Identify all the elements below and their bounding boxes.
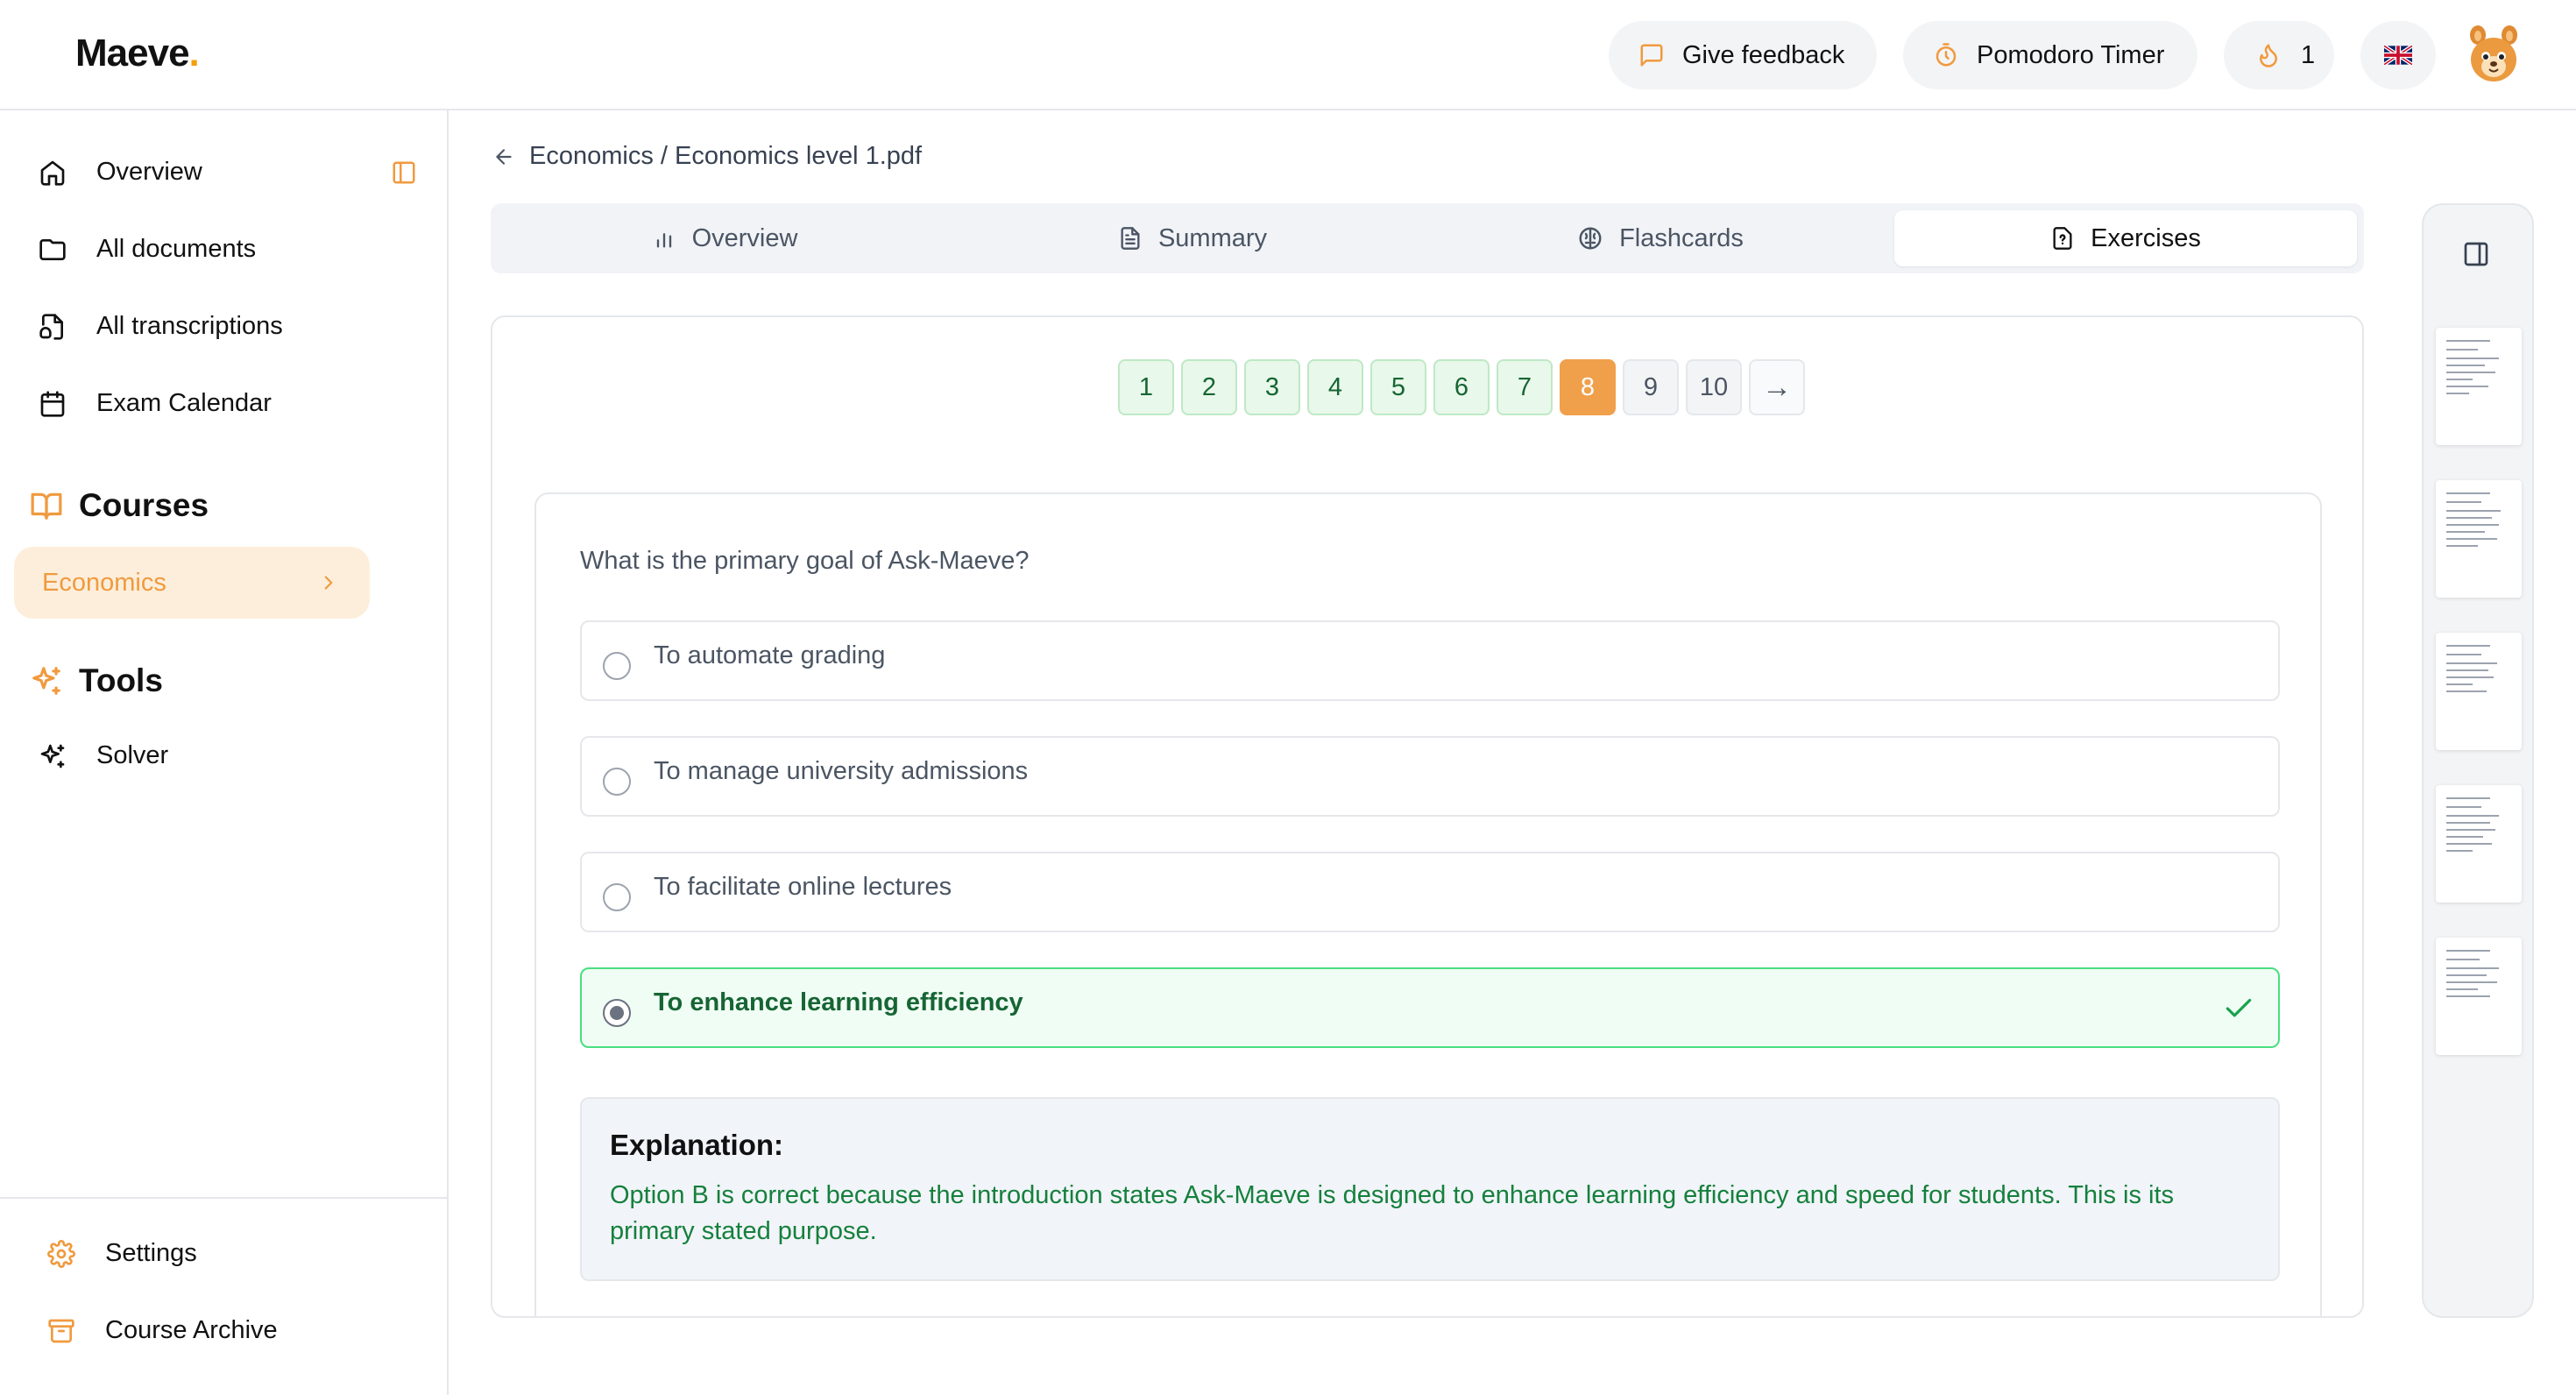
checkmark-icon <box>2226 998 2252 1017</box>
sidebar-item-settings[interactable]: Settings <box>47 1239 197 1268</box>
user-avatar[interactable] <box>2466 25 2522 84</box>
page-thumbnail-4[interactable] <box>2436 785 2522 903</box>
sidebar-item-label: Course Archive <box>105 1316 278 1344</box>
sidebar-item-label: Exam Calendar <box>96 389 272 417</box>
pager-page-5[interactable]: 5 <box>1370 359 1426 415</box>
explanation-text: Option B is correct because the introduc… <box>610 1181 2175 1245</box>
sidebar-course-economics[interactable]: Economics <box>14 547 370 619</box>
timer-icon <box>1936 43 1957 67</box>
arrow-left-icon <box>496 148 512 165</box>
answer-label: To facilitate online lectures <box>654 873 952 901</box>
flame-icon <box>2260 44 2277 67</box>
answer-option-4-correct[interactable]: To enhance learning efficiency <box>580 967 2280 1048</box>
answer-label: To manage university admissions <box>654 757 1029 785</box>
archive-icon <box>48 1319 74 1342</box>
sidebar-item-label: All documents <box>96 235 257 263</box>
pomodoro-timer-button[interactable]: Pomodoro Timer <box>1903 21 2197 89</box>
answer-label: To automate grading <box>654 641 886 669</box>
question-file-icon <box>2053 227 2072 250</box>
streak-button[interactable]: 1 <box>2224 21 2334 89</box>
breadcrumb-text: Economics / Economics level 1.pdf <box>529 142 923 170</box>
chat-bubble-icon <box>1640 44 1663 67</box>
sidebar-item-label: All transcriptions <box>96 312 283 340</box>
bear-mascot-icon <box>2470 25 2517 81</box>
tab-overview[interactable]: Overview <box>491 210 959 266</box>
pager-page-1[interactable]: 1 <box>1118 359 1174 415</box>
answer-option-3[interactable]: To facilitate online lectures <box>580 852 2280 932</box>
sparkles-icon <box>32 667 60 695</box>
language-selector-button[interactable] <box>2360 21 2436 89</box>
page-thumbnail-3[interactable] <box>2436 633 2522 750</box>
gear-icon <box>47 1239 75 1268</box>
sidebar-item-overview[interactable]: Overview <box>39 158 202 187</box>
sidebar-item-all-documents[interactable]: All documents <box>39 235 256 264</box>
sidebar-item-solver[interactable]: Solver <box>39 741 168 770</box>
tools-section-title: Tools <box>30 662 163 699</box>
streak-count: 1 <box>2301 40 2316 69</box>
sidebar: Overview All documents All transcription… <box>0 110 449 1395</box>
calendar-icon <box>40 390 65 417</box>
sidebar-item-exam-calendar[interactable]: Exam Calendar <box>39 389 272 418</box>
course-label: Economics <box>42 568 166 597</box>
question-pager: 1 2 3 4 5 6 7 8 9 10 → <box>1118 359 1805 415</box>
pomodoro-timer-label: Pomodoro Timer <box>1977 40 2165 69</box>
radio-button[interactable] <box>603 883 631 911</box>
brain-icon <box>1579 227 1602 250</box>
question-box: What is the primary goal of Ask-Maeve? T… <box>534 492 2322 1316</box>
chart-icon <box>656 233 671 248</box>
sidebar-item-label: Settings <box>105 1239 197 1267</box>
document-tabs: Overview Summary Flashcards Exercises <box>491 203 2364 273</box>
pager-page-6[interactable]: 6 <box>1433 359 1490 415</box>
home-icon <box>40 160 65 186</box>
question-text: What is the primary goal of Ask-Maeve? <box>580 547 1030 575</box>
pager-page-2[interactable]: 2 <box>1181 359 1237 415</box>
explanation-box: Explanation: Option B is correct because… <box>580 1097 2280 1281</box>
page-thumbnails-panel <box>2422 203 2534 1318</box>
sparkle-icon <box>40 744 65 768</box>
courses-section-title: Courses <box>30 487 209 524</box>
toggle-thumbnails-button[interactable] <box>2462 240 2490 273</box>
sidebar-item-label: Solver <box>96 741 169 769</box>
page-thumbnail-1[interactable] <box>2436 328 2522 445</box>
collapse-sidebar-button[interactable] <box>391 159 417 190</box>
folder-icon <box>39 238 66 260</box>
give-feedback-button[interactable]: Give feedback <box>1609 21 1877 89</box>
tab-flashcards[interactable]: Flashcards <box>1426 210 1894 266</box>
radio-button[interactable] <box>603 768 631 796</box>
sidebar-item-course-archive[interactable]: Course Archive <box>47 1316 278 1345</box>
tab-summary[interactable]: Summary <box>959 210 1426 266</box>
sidebar-divider <box>0 1197 447 1199</box>
sidebar-item-label: Overview <box>96 158 202 186</box>
book-open-icon <box>31 492 62 520</box>
panel-toggle-icon <box>2464 242 2488 266</box>
pager-page-9[interactable]: 9 <box>1623 359 1679 415</box>
radio-button-selected[interactable] <box>603 999 631 1027</box>
transcription-icon <box>39 313 63 340</box>
page-thumbnail-2[interactable] <box>2436 480 2522 598</box>
answer-label: To enhance learning efficiency <box>654 988 1023 1016</box>
answer-option-2[interactable]: To manage university admissions <box>580 736 2280 817</box>
app-header: Maeve. Give feedback Pomodoro Timer 1 <box>0 0 2576 110</box>
app-logo[interactable]: Maeve. <box>75 32 200 75</box>
pager-page-3[interactable]: 3 <box>1244 359 1300 415</box>
exercise-card: 1 2 3 4 5 6 7 8 9 10 → What is the prima… <box>491 315 2364 1318</box>
radio-button[interactable] <box>603 652 631 680</box>
pager-page-4[interactable]: 4 <box>1307 359 1363 415</box>
sidebar-item-all-transcriptions[interactable]: All transcriptions <box>39 312 283 341</box>
uk-flag-icon <box>2384 46 2412 65</box>
answer-option-1[interactable]: To automate grading <box>580 620 2280 701</box>
tab-exercises[interactable]: Exercises <box>1894 210 2357 266</box>
pager-page-7[interactable]: 7 <box>1497 359 1553 415</box>
document-icon <box>1121 227 1140 250</box>
explanation-title: Explanation: <box>610 1129 784 1161</box>
pager-page-8-current[interactable]: 8 <box>1560 359 1616 415</box>
pager-next-button[interactable]: → <box>1749 359 1805 415</box>
breadcrumb[interactable]: Economics / Economics level 1.pdf <box>492 142 922 171</box>
give-feedback-label: Give feedback <box>1682 40 1845 69</box>
pager-page-10[interactable]: 10 <box>1686 359 1742 415</box>
sidebar-toggle-icon <box>393 161 415 184</box>
chevron-right-icon <box>324 576 333 590</box>
page-thumbnail-5[interactable] <box>2436 938 2522 1055</box>
